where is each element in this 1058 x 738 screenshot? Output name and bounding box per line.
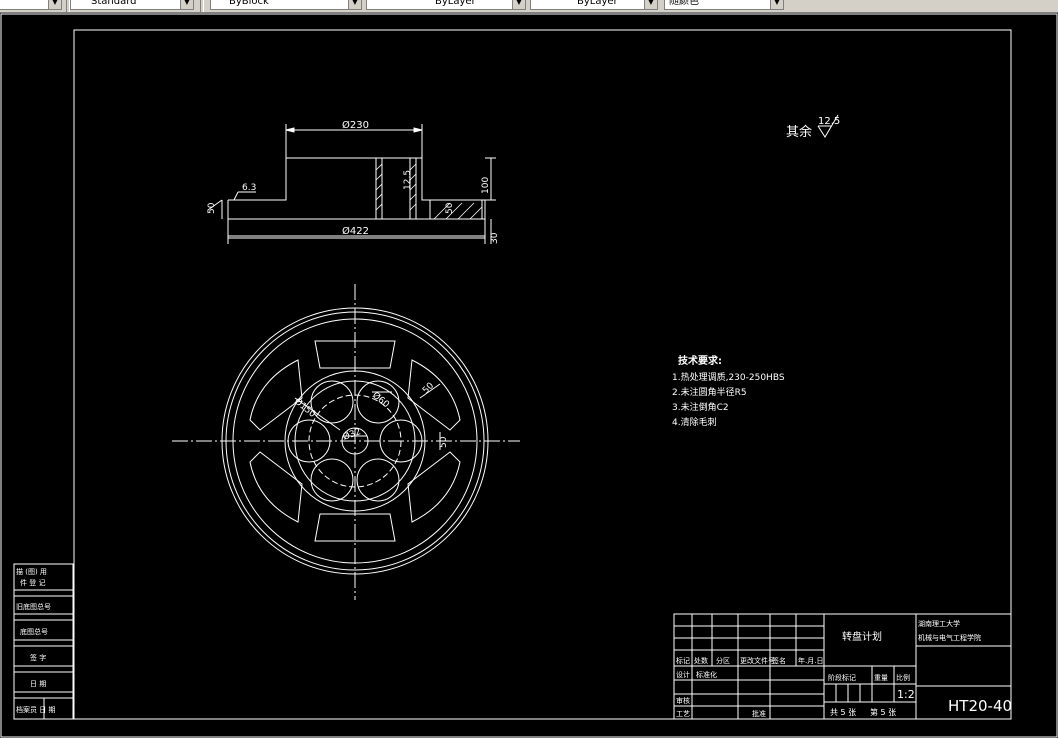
toolbar-partial-combo[interactable]: ▼ xyxy=(0,0,62,10)
tb-label-process: 工艺 xyxy=(676,710,690,718)
linetype-combo[interactable]: ByLayer ▼ xyxy=(366,0,526,10)
color-value: ByBlock xyxy=(229,0,269,7)
dim-left-height: 50 xyxy=(207,202,217,214)
part-name: 转盘计划 xyxy=(842,630,882,643)
dim-total-height: 100 xyxy=(481,177,491,194)
tech-req-item: 4.清除毛刺 xyxy=(672,416,717,428)
drawing-number: HT20-40 xyxy=(948,697,1012,715)
side-table-label: 件 登 记 xyxy=(20,578,45,587)
tech-req-item: 1.热处理调质,230-250HBS xyxy=(672,371,785,383)
side-table-label: 签 字 xyxy=(30,653,46,662)
tech-req-item: 2.未注圆角半径R5 xyxy=(672,386,747,398)
tb-label-stage: 阶段标记 xyxy=(828,673,856,682)
tb-label-count: 处数 xyxy=(694,656,708,665)
tb-label-standard: 标准化 xyxy=(696,670,717,679)
slot-top-right xyxy=(407,359,461,431)
sheet-number: 第 5 张 xyxy=(870,707,896,717)
text-style-combo[interactable]: Standard ▼ xyxy=(70,0,194,10)
surface-note-value: 12.5 xyxy=(818,116,840,127)
tb-label-sign: 签名 xyxy=(772,656,786,665)
school-name: 湖南理工大学 xyxy=(918,619,960,628)
slot-bottom-left xyxy=(249,451,303,523)
dim-step-height: 50 xyxy=(445,202,455,214)
drawing-canvas[interactable]: 其余 12.5 Ø230 Ø422 6.3 50 12.5 100 50 30 … xyxy=(0,13,1058,738)
tb-label-design: 设计 xyxy=(676,670,690,679)
color-combo[interactable]: ByBlock ▼ xyxy=(210,0,362,10)
dim-slot-width: 50 xyxy=(421,381,436,396)
chevron-down-icon[interactable]: ▼ xyxy=(512,0,525,9)
dim-hole-dia: Ø150 xyxy=(292,396,318,420)
drawing-frame xyxy=(73,29,1012,720)
side-table-label: 描 (图) 用 xyxy=(16,567,47,576)
tb-label-review: 审核 xyxy=(676,696,690,705)
tb-label-change-doc: 更改文件号 xyxy=(740,656,775,665)
linetype-value: ByLayer xyxy=(435,0,476,7)
tb-label-mark: 标记 xyxy=(676,656,690,665)
dim-small-hole: Ø60 xyxy=(370,390,391,411)
sheet-count: 共 5 张 xyxy=(830,708,856,717)
plot-style-combo[interactable]: 随颜色 ▼ xyxy=(664,0,784,10)
toolbar-separator xyxy=(200,0,204,12)
dim-rib-width: 50 xyxy=(439,436,449,448)
chevron-down-icon[interactable]: ▼ xyxy=(770,0,783,9)
lineweight-combo[interactable]: ByLayer ▼ xyxy=(530,0,658,10)
dim-bottom-width: Ø422 xyxy=(342,225,369,237)
text-style-value: Standard xyxy=(91,0,137,7)
side-table-label: 旧底图总号 xyxy=(16,602,51,611)
slot-bottom-right xyxy=(407,451,461,523)
tech-req-title: 技术要求: xyxy=(678,354,722,367)
side-table-label: 日 期 xyxy=(30,680,46,688)
side-table-label: 底图总号 xyxy=(20,627,48,636)
dim-base-height: 30 xyxy=(490,232,500,244)
chevron-down-icon[interactable]: ▼ xyxy=(644,0,657,9)
chevron-down-icon[interactable]: ▼ xyxy=(48,0,61,9)
tb-label-zone: 分区 xyxy=(716,656,730,665)
tb-label-date: 年.月.日 xyxy=(798,656,823,665)
plot-style-value: 随颜色 xyxy=(669,0,699,7)
surface-note-label: 其余 xyxy=(786,124,812,140)
chevron-down-icon[interactable]: ▼ xyxy=(180,0,193,9)
side-table-label: 档案员 日 期 xyxy=(16,705,55,714)
properties-toolbar: ▼ Standard ▼ ByBlock ▼ ByLayer ▼ ByLayer… xyxy=(0,0,1058,13)
dim-chamfer: 6.3 xyxy=(242,183,256,193)
tb-label-approve: 批准 xyxy=(752,709,766,718)
department-name: 机械与电气工程学院 xyxy=(918,633,981,642)
slot-top-left xyxy=(249,359,303,431)
tb-label-scale: 比例 xyxy=(896,673,910,682)
side-table xyxy=(13,563,74,720)
tb-label-weight: 重量 xyxy=(874,674,888,682)
dim-top-width: Ø230 xyxy=(342,119,369,131)
scale-value: 1:2 xyxy=(897,688,915,701)
lineweight-value: ByLayer xyxy=(577,0,618,7)
dim-bore-roughness: 12.5 xyxy=(403,170,413,190)
chevron-down-icon[interactable]: ▼ xyxy=(348,0,361,9)
sheet-outer-border xyxy=(0,13,1058,738)
tech-req-item: 3.未注倒角C2 xyxy=(672,401,729,413)
